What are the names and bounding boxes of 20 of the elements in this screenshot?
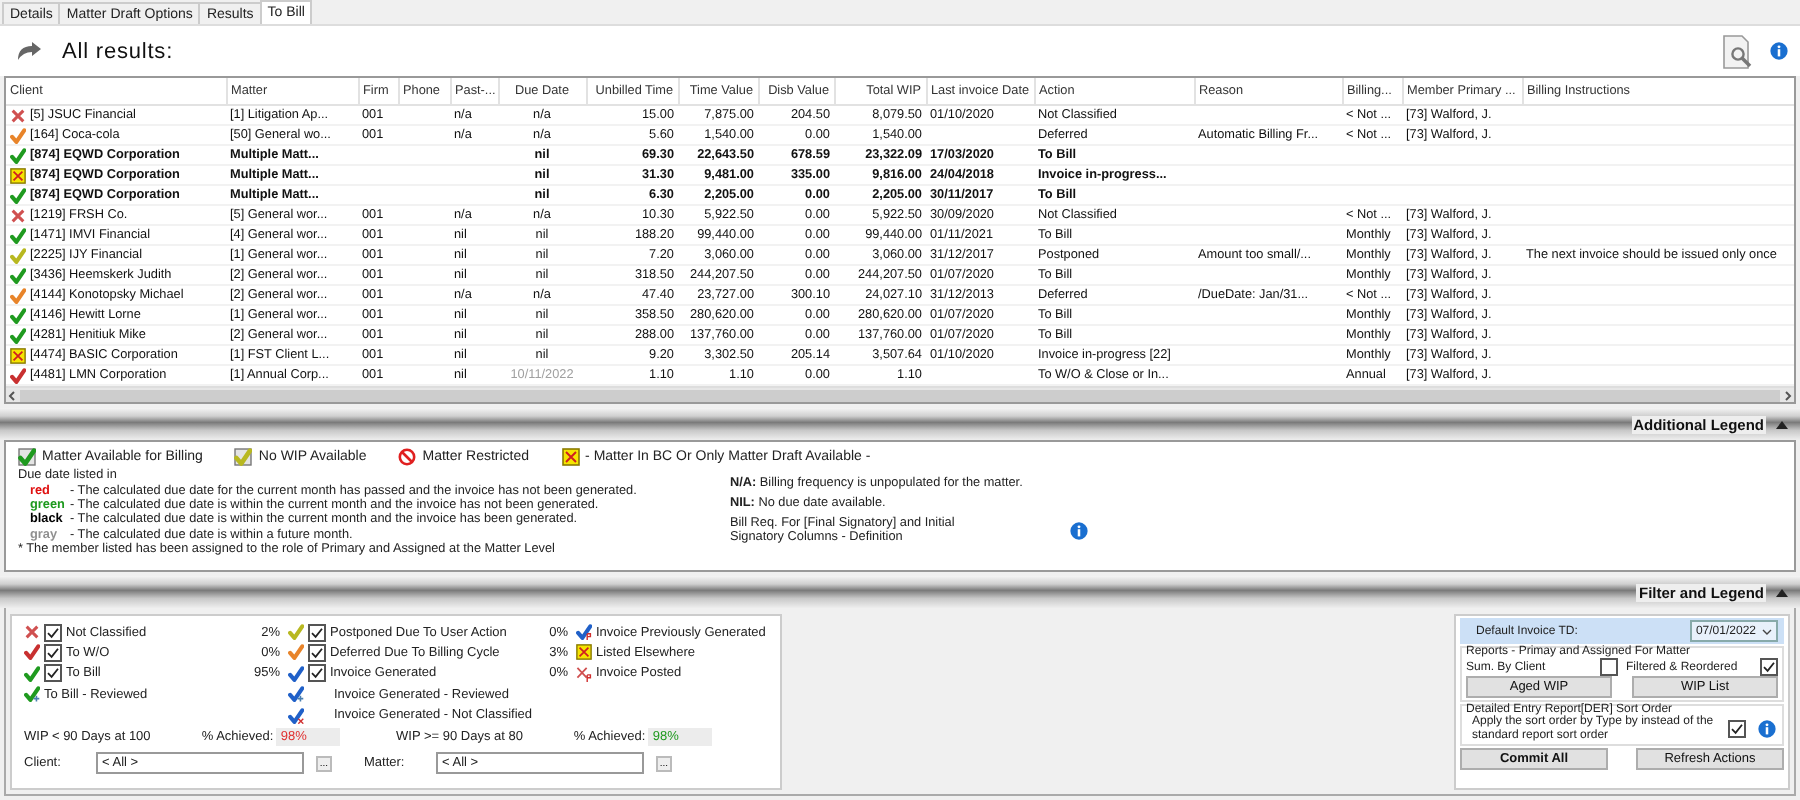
checkbox[interactable]: [1728, 720, 1746, 738]
scrollbar[interactable]: [6, 386, 1794, 402]
collapse-caret-icon[interactable]: [1776, 587, 1788, 597]
info-icon[interactable]: [1758, 720, 1776, 738]
checkbox[interactable]: [44, 643, 62, 662]
checkbox[interactable]: [1760, 658, 1778, 676]
report-search-icon[interactable]: [1722, 33, 1754, 69]
checkbox[interactable]: [308, 623, 326, 641]
page-title: All results:: [62, 39, 176, 63]
info-icon[interactable]: [1070, 521, 1088, 539]
caret-icon[interactable]: [1762, 627, 1772, 635]
checkbox[interactable]: [308, 643, 326, 662]
checkbox[interactable]: [308, 664, 326, 683]
collapse-caret-icon[interactable]: [1776, 419, 1788, 429]
scroll-right-icon[interactable]: [1782, 389, 1794, 401]
checkbox[interactable]: [44, 664, 62, 683]
scroll-left-icon[interactable]: [6, 389, 18, 401]
checkbox[interactable]: [1600, 658, 1618, 676]
checkbox[interactable]: [44, 623, 62, 641]
info-icon[interactable]: [1770, 42, 1788, 60]
